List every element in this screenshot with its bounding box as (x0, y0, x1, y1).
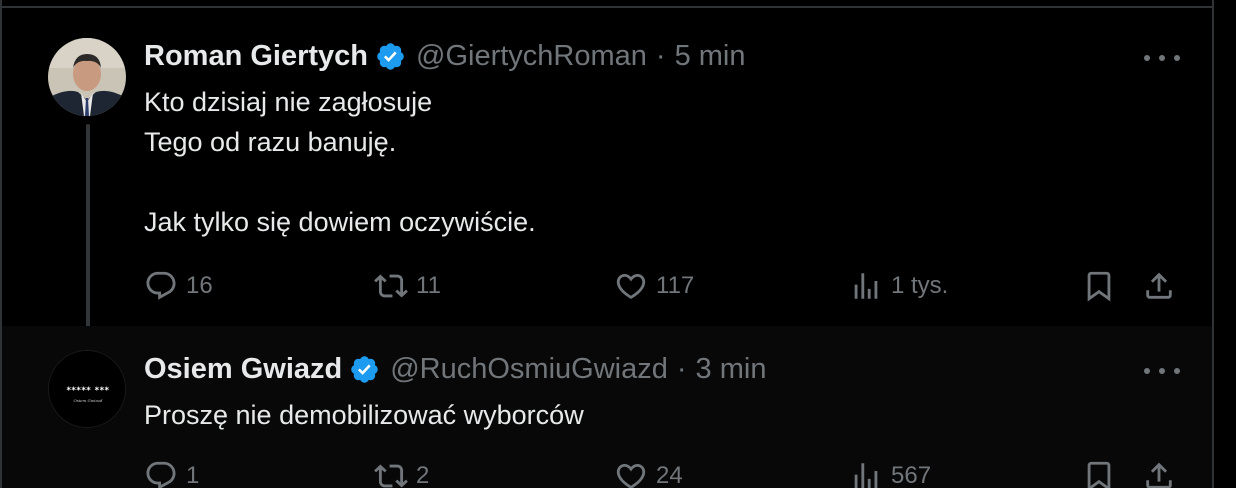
author-name[interactable]: Roman Giertych (144, 39, 368, 73)
bookmark-button[interactable] (1082, 456, 1116, 488)
author-handle[interactable]: @GiertychRoman (416, 39, 647, 73)
author-name[interactable]: Osiem Gwiazd (144, 352, 342, 386)
avatar-roman-giertych[interactable] (48, 38, 126, 116)
views-icon (854, 463, 878, 488)
tweet-text: Proszę nie demobilizować wyborców (144, 400, 584, 430)
reply-icon (146, 271, 176, 300)
like-icon (616, 463, 646, 488)
like-button[interactable]: 117 (614, 266, 694, 306)
more-icon[interactable] (1144, 46, 1180, 70)
bookmark-icon (1087, 271, 1111, 302)
repost-button[interactable]: 11 (374, 266, 441, 306)
tweet-roman-giertych[interactable]: Roman Giertych @GiertychRoman · 5 min Kt… (2, 8, 1212, 346)
separator-dot: · (676, 353, 687, 385)
reply-icon (146, 461, 176, 488)
author-handle[interactable]: @RuchOsmiuGwiazd (390, 352, 668, 386)
repost-icon (374, 274, 408, 298)
avatar-logo-subtext: Osiem Gwiazd (74, 398, 103, 403)
share-button[interactable] (1142, 456, 1176, 488)
tweet-header: Roman Giertych @GiertychRoman · 5 min (144, 39, 746, 73)
share-icon (1146, 462, 1172, 488)
separator-dot: · (655, 40, 666, 72)
thread-connector (86, 124, 90, 346)
like-count: 117 (656, 272, 695, 299)
more-icon[interactable] (1144, 359, 1180, 383)
like-icon (616, 273, 646, 299)
tweet-text: Kto dzisiaj nie zagłosuje Tego od razu b… (144, 87, 536, 237)
tweet-osiem-gwiazd[interactable]: ***** *** Osiem Gwiazd Osiem Gwiazd @Ruc… (2, 326, 1212, 488)
reply-count: 1 (186, 462, 200, 488)
reply-button[interactable]: 1 (144, 456, 199, 488)
tweet-header: Osiem Gwiazd @RuchOsmiuGwiazd · 3 min (144, 352, 766, 386)
avatar-osiem-gwiazd[interactable]: ***** *** Osiem Gwiazd (48, 350, 126, 428)
share-icon (1146, 272, 1172, 299)
bookmark-button[interactable] (1082, 266, 1116, 306)
like-button[interactable]: 24 (614, 456, 683, 488)
reply-button[interactable]: 16 (144, 266, 213, 306)
repost-count: 2 (416, 462, 430, 488)
views-count: 567 (891, 462, 932, 488)
repost-icon (374, 464, 408, 488)
timeline-border-right (1212, 0, 1214, 488)
tweet-actions: 16 11 117 1 tys. (144, 266, 1184, 306)
repost-count: 11 (416, 272, 441, 299)
views-icon (854, 273, 878, 299)
share-button[interactable] (1142, 266, 1176, 306)
avatar-logo-text: ***** *** (66, 386, 109, 396)
tweet-time[interactable]: 3 min (696, 352, 767, 386)
views-count: 1 tys. (891, 272, 949, 299)
bookmark-icon (1087, 461, 1111, 488)
views-button[interactable]: 1 tys. (849, 266, 948, 306)
reply-count: 16 (186, 272, 213, 299)
verified-badge-icon (351, 355, 378, 383)
views-button[interactable]: 567 (849, 456, 931, 488)
tweet-actions: 1 2 24 567 (144, 456, 1184, 488)
like-count: 24 (656, 462, 683, 488)
tweet-time[interactable]: 5 min (675, 39, 746, 73)
repost-button[interactable]: 2 (374, 456, 429, 488)
verified-badge-icon (377, 42, 404, 70)
